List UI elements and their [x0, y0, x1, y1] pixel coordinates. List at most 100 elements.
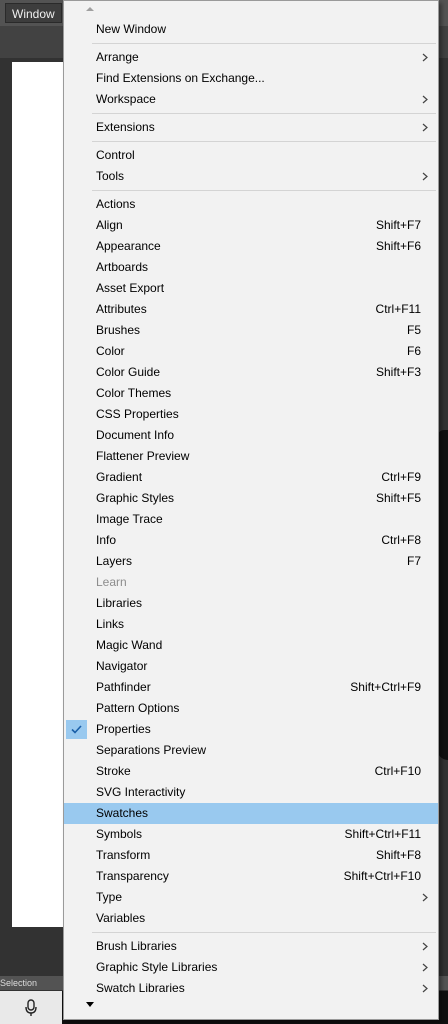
chevron-right-icon — [422, 936, 428, 957]
menu-item-symbols[interactable]: Symbols Shift+Ctrl+F11 — [64, 824, 438, 845]
menu-item-new-window[interactable]: New Window — [64, 19, 438, 40]
menu-item-css-properties[interactable]: CSS Properties — [64, 404, 438, 425]
menu-item-label: Appearance — [96, 239, 161, 253]
menu-item-label: Navigator — [96, 659, 148, 673]
menu-item-libraries[interactable]: Libraries — [64, 593, 438, 614]
menu-item-brush-libraries[interactable]: Brush Libraries — [64, 936, 438, 957]
chevron-right-icon — [422, 117, 428, 138]
menu-item-flattener-preview[interactable]: Flattener Preview — [64, 446, 438, 467]
menu-separator — [64, 929, 438, 936]
menu-item-document-info[interactable]: Document Info — [64, 425, 438, 446]
menu-item-label: Brushes — [96, 323, 141, 337]
menu-item-pathfinder[interactable]: Pathfinder Shift+Ctrl+F9 — [64, 677, 438, 698]
menu-item-shortcut: Ctrl+F10 — [374, 764, 421, 778]
chevron-right-icon — [422, 47, 428, 68]
menu-item-label: Align — [96, 218, 123, 232]
microphone-icon[interactable] — [0, 991, 62, 1024]
menu-item-artboards[interactable]: Artboards — [64, 257, 438, 278]
menu-item-label: Control — [96, 148, 135, 162]
menu-item-label: Pattern Options — [96, 701, 180, 715]
menu-item-magic-wand[interactable]: Magic Wand — [64, 635, 438, 656]
chevron-right-icon — [422, 957, 428, 978]
menu-item-label: Magic Wand — [96, 638, 163, 652]
menu-item-shortcut: Ctrl+F9 — [381, 470, 421, 484]
menu-item-label: Links — [96, 617, 125, 631]
menu-item-graphic-style-libraries[interactable]: Graphic Style Libraries — [64, 957, 438, 978]
menu-item-svg-interactivity[interactable]: SVG Interactivity — [64, 782, 438, 803]
menu-item-swatches[interactable]: Swatches — [64, 803, 438, 824]
menu-item-brushes[interactable]: Brushes F5 — [64, 320, 438, 341]
menu-item-label: Image Trace — [96, 512, 163, 526]
menu-item-control[interactable]: Control — [64, 145, 438, 166]
menu-item-label: Properties — [96, 722, 151, 736]
status-tool-text: Selection — [0, 978, 38, 988]
menu-item-label: Attributes — [96, 302, 147, 316]
menu-separator — [64, 187, 438, 194]
menu-item-label: Graphic Styles — [96, 491, 175, 505]
menu-item-label: Color Guide — [96, 365, 161, 379]
menu-item-label: Tools — [96, 169, 125, 183]
menu-item-properties[interactable]: Properties — [64, 719, 438, 740]
menu-item-links[interactable]: Links — [64, 614, 438, 635]
menu-item-tools[interactable]: Tools — [64, 166, 438, 187]
menu-item-workspace[interactable]: Workspace — [64, 89, 438, 110]
menu-item-info[interactable]: Info Ctrl+F8 — [64, 530, 438, 551]
menu-item-color-themes[interactable]: Color Themes — [64, 383, 438, 404]
menu-item-arrange[interactable]: Arrange — [64, 47, 438, 68]
menu-item-asset-export[interactable]: Asset Export — [64, 278, 438, 299]
menu-item-shortcut: Shift+F5 — [375, 491, 421, 505]
menu-item-learn: Learn — [64, 572, 438, 593]
menu-item-type[interactable]: Type — [64, 887, 438, 908]
menu-item-transform[interactable]: Transform Shift+F8 — [64, 845, 438, 866]
menu-item-label: Artboards — [96, 260, 149, 274]
menu-item-label: Pathfinder — [96, 680, 151, 694]
menu-item-pattern-options[interactable]: Pattern Options — [64, 698, 438, 719]
menu-item-label: CSS Properties — [96, 407, 179, 421]
menu-item-label: Symbols — [96, 827, 143, 841]
menu-item-transparency[interactable]: Transparency Shift+Ctrl+F10 — [64, 866, 438, 887]
menu-item-label: Extensions — [96, 120, 155, 134]
menu-item-shortcut: F5 — [406, 323, 421, 337]
menu-item-find-extensions-on-exchange[interactable]: Find Extensions on Exchange... — [64, 68, 438, 89]
menubar-item-window[interactable]: Window — [5, 3, 62, 23]
menu-item-label: Separations Preview — [96, 743, 207, 757]
scroll-down-arrow-icon[interactable] — [86, 1002, 94, 1007]
menu-item-shortcut: Shift+F6 — [375, 239, 421, 253]
menu-item-extensions[interactable]: Extensions — [64, 117, 438, 138]
menu-separator — [64, 110, 438, 117]
menu-item-label: Workspace — [96, 92, 156, 106]
menu-item-appearance[interactable]: Appearance Shift+F6 — [64, 236, 438, 257]
menu-item-stroke[interactable]: Stroke Ctrl+F10 — [64, 761, 438, 782]
menu-item-label: Document Info — [96, 428, 175, 442]
menu-item-color[interactable]: Color F6 — [64, 341, 438, 362]
scroll-up-arrow-icon[interactable] — [86, 7, 94, 11]
menu-item-gradient[interactable]: Gradient Ctrl+F9 — [64, 467, 438, 488]
window-dropdown-menu: New Window Arrange Find Extensions on Exch… — [63, 0, 439, 1020]
menu-item-label: Actions — [96, 197, 136, 211]
menu-item-separations-preview[interactable]: Separations Preview — [64, 740, 438, 761]
menu-item-navigator[interactable]: Navigator — [64, 656, 438, 677]
menu-item-label: Transparency — [96, 869, 169, 883]
menu-item-layers[interactable]: Layers F7 — [64, 551, 438, 572]
menu-item-attributes[interactable]: Attributes Ctrl+F11 — [64, 299, 438, 320]
chevron-right-icon — [422, 89, 428, 110]
menu-item-label: Find Extensions on Exchange... — [96, 71, 265, 85]
menu-item-variables[interactable]: Variables — [64, 908, 438, 929]
chevron-right-icon — [422, 978, 428, 999]
menu-item-swatch-libraries[interactable]: Swatch Libraries — [64, 978, 438, 999]
chevron-right-icon — [422, 887, 428, 908]
menu-item-align[interactable]: Align Shift+F7 — [64, 215, 438, 236]
menu-item-graphic-styles[interactable]: Graphic Styles Shift+F5 — [64, 488, 438, 509]
menu-item-shortcut: Shift+Ctrl+F9 — [350, 680, 421, 694]
menu-item-label: Variables — [96, 911, 146, 925]
menu-item-color-guide[interactable]: Color Guide Shift+F3 — [64, 362, 438, 383]
menu-item-shortcut: Shift+Ctrl+F10 — [343, 869, 421, 883]
menu-item-actions[interactable]: Actions — [64, 194, 438, 215]
menu-item-label: Gradient — [96, 470, 143, 484]
menu-item-shortcut: Shift+Ctrl+F11 — [344, 827, 421, 841]
menu-item-image-trace[interactable]: Image Trace — [64, 509, 438, 530]
menu-item-shortcut: Ctrl+F8 — [381, 533, 421, 547]
menu-item-shortcut: Ctrl+F11 — [375, 302, 421, 316]
menu-item-label: SVG Interactivity — [96, 785, 186, 799]
menu-item-label: Learn — [96, 575, 127, 589]
